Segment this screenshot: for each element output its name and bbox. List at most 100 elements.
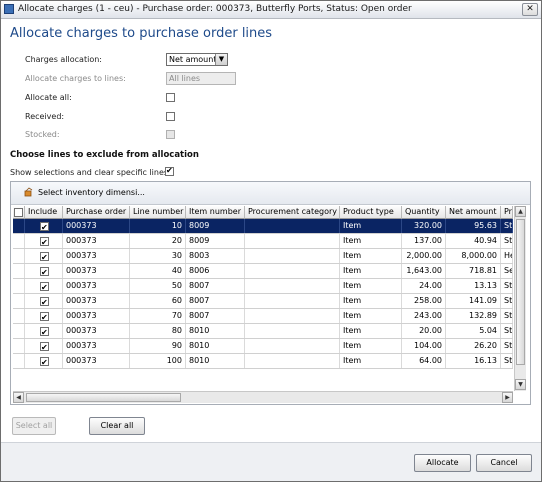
- product-type-cell[interactable]: Item: [340, 234, 402, 248]
- purchase-order-cell[interactable]: 000373: [63, 219, 130, 233]
- net-amount-cell[interactable]: 718.81: [446, 264, 501, 278]
- pr-cell[interactable]: St: [501, 309, 513, 323]
- item-number-cell[interactable]: 8010: [186, 324, 245, 338]
- quantity-cell[interactable]: 258.00: [402, 294, 446, 308]
- scroll-right-icon[interactable]: ▶: [502, 392, 513, 403]
- header-checkbox[interactable]: [14, 208, 23, 217]
- row-selector[interactable]: [13, 264, 25, 278]
- quantity-cell[interactable]: 20.00: [402, 324, 446, 338]
- table-row[interactable]: 000373708007 Item243.00132.89St: [13, 309, 513, 324]
- quantity-cell[interactable]: 320.00: [402, 219, 446, 233]
- product-type-cell[interactable]: Item: [340, 324, 402, 338]
- column-header-quantity[interactable]: Quantity: [402, 206, 446, 219]
- procurement-category-cell[interactable]: [245, 309, 340, 323]
- row-selector[interactable]: [13, 279, 25, 293]
- procurement-category-cell[interactable]: [245, 249, 340, 263]
- cancel-button[interactable]: Cancel: [476, 454, 532, 472]
- procurement-category-cell[interactable]: [245, 234, 340, 248]
- column-header-procurement-category[interactable]: Procurement category: [245, 206, 340, 219]
- product-type-cell[interactable]: Item: [340, 279, 402, 293]
- row-selector[interactable]: [13, 324, 25, 338]
- column-header-include[interactable]: Include: [25, 206, 63, 219]
- net-amount-cell[interactable]: 26.20: [446, 339, 501, 353]
- clear-all-button[interactable]: Clear all: [89, 417, 145, 435]
- pr-cell[interactable]: St: [501, 279, 513, 293]
- include-checkbox[interactable]: [40, 356, 49, 368]
- quantity-cell[interactable]: 2,000.00: [402, 249, 446, 263]
- row-selector[interactable]: [13, 309, 25, 323]
- pr-cell[interactable]: St: [501, 339, 513, 353]
- table-row[interactable]: 0003731008010 Item64.0016.13St: [13, 354, 513, 369]
- procurement-category-cell[interactable]: [245, 339, 340, 353]
- pr-cell[interactable]: Se: [501, 264, 513, 278]
- table-row[interactable]: 000373608007 Item258.00141.09St: [13, 294, 513, 309]
- purchase-order-cell[interactable]: 000373: [63, 309, 130, 323]
- product-type-cell[interactable]: Item: [340, 294, 402, 308]
- show-selections-checkbox[interactable]: [165, 166, 174, 176]
- purchase-order-cell[interactable]: 000373: [63, 234, 130, 248]
- net-amount-cell[interactable]: 13.13: [446, 279, 501, 293]
- net-amount-cell[interactable]: 8,000.00: [446, 249, 501, 263]
- procurement-category-cell[interactable]: [245, 324, 340, 338]
- purchase-order-cell[interactable]: 000373: [63, 294, 130, 308]
- net-amount-cell[interactable]: 95.63: [446, 219, 501, 233]
- scroll-left-icon[interactable]: ◀: [13, 392, 24, 403]
- table-row[interactable]: 000373508007 Item24.0013.13St: [13, 279, 513, 294]
- purchase-order-cell[interactable]: 000373: [63, 324, 130, 338]
- table-row[interactable]: 000373808010 Item20.005.04St: [13, 324, 513, 339]
- row-selector[interactable]: [13, 354, 25, 368]
- item-number-cell[interactable]: 8010: [186, 354, 245, 368]
- include-checkbox[interactable]: [40, 326, 49, 338]
- scroll-up-icon[interactable]: ▲: [515, 206, 526, 217]
- pr-cell[interactable]: St: [501, 324, 513, 338]
- include-checkbox[interactable]: [40, 311, 49, 323]
- table-row[interactable]: 000373208009 Item137.0040.94St: [13, 234, 513, 249]
- item-number-cell[interactable]: 8007: [186, 294, 245, 308]
- row-selector[interactable]: [13, 219, 25, 233]
- line-number-cell[interactable]: 100: [130, 354, 186, 368]
- product-type-cell[interactable]: Item: [340, 309, 402, 323]
- purchase-order-cell[interactable]: 000373: [63, 339, 130, 353]
- product-type-cell[interactable]: Item: [340, 339, 402, 353]
- item-number-cell[interactable]: 8010: [186, 339, 245, 353]
- net-amount-cell[interactable]: 16.13: [446, 354, 501, 368]
- column-header-line-number[interactable]: Line number: [130, 206, 186, 219]
- line-number-cell[interactable]: 30: [130, 249, 186, 263]
- allocate-all-checkbox[interactable]: [166, 93, 175, 102]
- line-number-cell[interactable]: 60: [130, 294, 186, 308]
- product-type-cell[interactable]: Item: [340, 264, 402, 278]
- product-type-cell[interactable]: Item: [340, 249, 402, 263]
- purchase-order-cell[interactable]: 000373: [63, 264, 130, 278]
- procurement-category-cell[interactable]: [245, 219, 340, 233]
- item-number-cell[interactable]: 8009: [186, 219, 245, 233]
- select-inventory-dimensions-button[interactable]: Select inventory dimensi...: [38, 188, 145, 197]
- include-checkbox[interactable]: [40, 281, 49, 293]
- pr-cell[interactable]: St: [501, 294, 513, 308]
- charges-allocation-select[interactable]: Net amount ▼: [166, 53, 228, 66]
- net-amount-cell[interactable]: 141.09: [446, 294, 501, 308]
- line-number-cell[interactable]: 10: [130, 219, 186, 233]
- quantity-cell[interactable]: 137.00: [402, 234, 446, 248]
- quantity-cell[interactable]: 104.00: [402, 339, 446, 353]
- purchase-order-cell[interactable]: 000373: [63, 279, 130, 293]
- row-selector[interactable]: [13, 249, 25, 263]
- select-all-button[interactable]: Select all: [12, 417, 56, 435]
- include-checkbox[interactable]: [40, 221, 49, 233]
- product-type-cell[interactable]: Item: [340, 219, 402, 233]
- pr-cell[interactable]: St: [501, 219, 513, 233]
- quantity-cell[interactable]: 1,643.00: [402, 264, 446, 278]
- vertical-scroll-thumb[interactable]: [516, 219, 525, 365]
- item-number-cell[interactable]: 8003: [186, 249, 245, 263]
- column-header-product-type[interactable]: Product type: [340, 206, 402, 219]
- row-selector[interactable]: [13, 339, 25, 353]
- column-header-pr[interactable]: Pr: [501, 206, 513, 219]
- line-number-cell[interactable]: 50: [130, 279, 186, 293]
- item-number-cell[interactable]: 8007: [186, 309, 245, 323]
- item-number-cell[interactable]: 8006: [186, 264, 245, 278]
- line-number-cell[interactable]: 40: [130, 264, 186, 278]
- quantity-cell[interactable]: 64.00: [402, 354, 446, 368]
- include-checkbox[interactable]: [40, 296, 49, 308]
- include-checkbox[interactable]: [40, 251, 49, 263]
- column-header-purchase-order[interactable]: Purchase order: [63, 206, 130, 219]
- product-type-cell[interactable]: Item: [340, 354, 402, 368]
